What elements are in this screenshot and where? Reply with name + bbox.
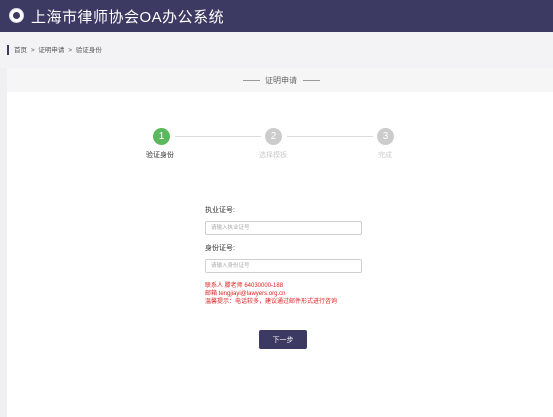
step-3-label: 完成 xyxy=(378,152,392,159)
step-connector xyxy=(175,136,261,137)
contact-tip: 温馨提示：电话较多，建议通过邮件形式进行咨询 xyxy=(205,299,338,305)
panel-title: 证明申请 xyxy=(265,76,297,85)
step-connector xyxy=(287,136,373,137)
contact-person: 联系人 滕老师 64030000-188 xyxy=(205,283,284,289)
title-divider-right xyxy=(303,80,320,81)
id-number-label: 身份证号: xyxy=(205,245,235,252)
license-number-input[interactable] xyxy=(205,221,362,235)
breadcrumb-marker xyxy=(7,45,9,55)
id-number-input[interactable] xyxy=(205,259,362,273)
association-seal-icon xyxy=(9,8,24,23)
panel-header: 证明申请 xyxy=(7,68,553,92)
breadcrumb-current: 验证身份 xyxy=(75,47,102,54)
top-bar: 上海市律师协会OA办公系统 xyxy=(0,0,553,32)
step-2-circle: 2 xyxy=(265,128,282,145)
main-panel: 证明申请 1 2 3 验证身份 选择模板 完成 执业证号: 身份证号: 联系人 … xyxy=(7,68,553,417)
contact-email: 邮箱 tengjiayi@lawyers.org.cn xyxy=(205,291,286,297)
step-1-circle: 1 xyxy=(153,128,170,145)
title-divider-left xyxy=(243,80,260,81)
breadcrumb-certificate[interactable]: 证明申请 xyxy=(38,47,64,54)
breadcrumb-home[interactable]: 首页 xyxy=(14,47,27,54)
license-number-label: 执业证号: xyxy=(205,207,235,214)
step-3-circle: 3 xyxy=(377,128,394,145)
step-2-label: 选择模板 xyxy=(259,152,287,159)
breadcrumb: 首页 > 证明申请 > 验证身份 xyxy=(14,44,104,54)
app-title: 上海市律师协会OA办公系统 xyxy=(31,9,225,26)
breadcrumb-separator: > xyxy=(30,47,35,54)
breadcrumb-bar: 首页 > 证明申请 > 验证身份 xyxy=(0,32,553,68)
next-step-button[interactable]: 下一步 xyxy=(259,330,307,349)
breadcrumb-separator: > xyxy=(68,47,73,54)
step-1-label: 验证身份 xyxy=(146,152,174,159)
